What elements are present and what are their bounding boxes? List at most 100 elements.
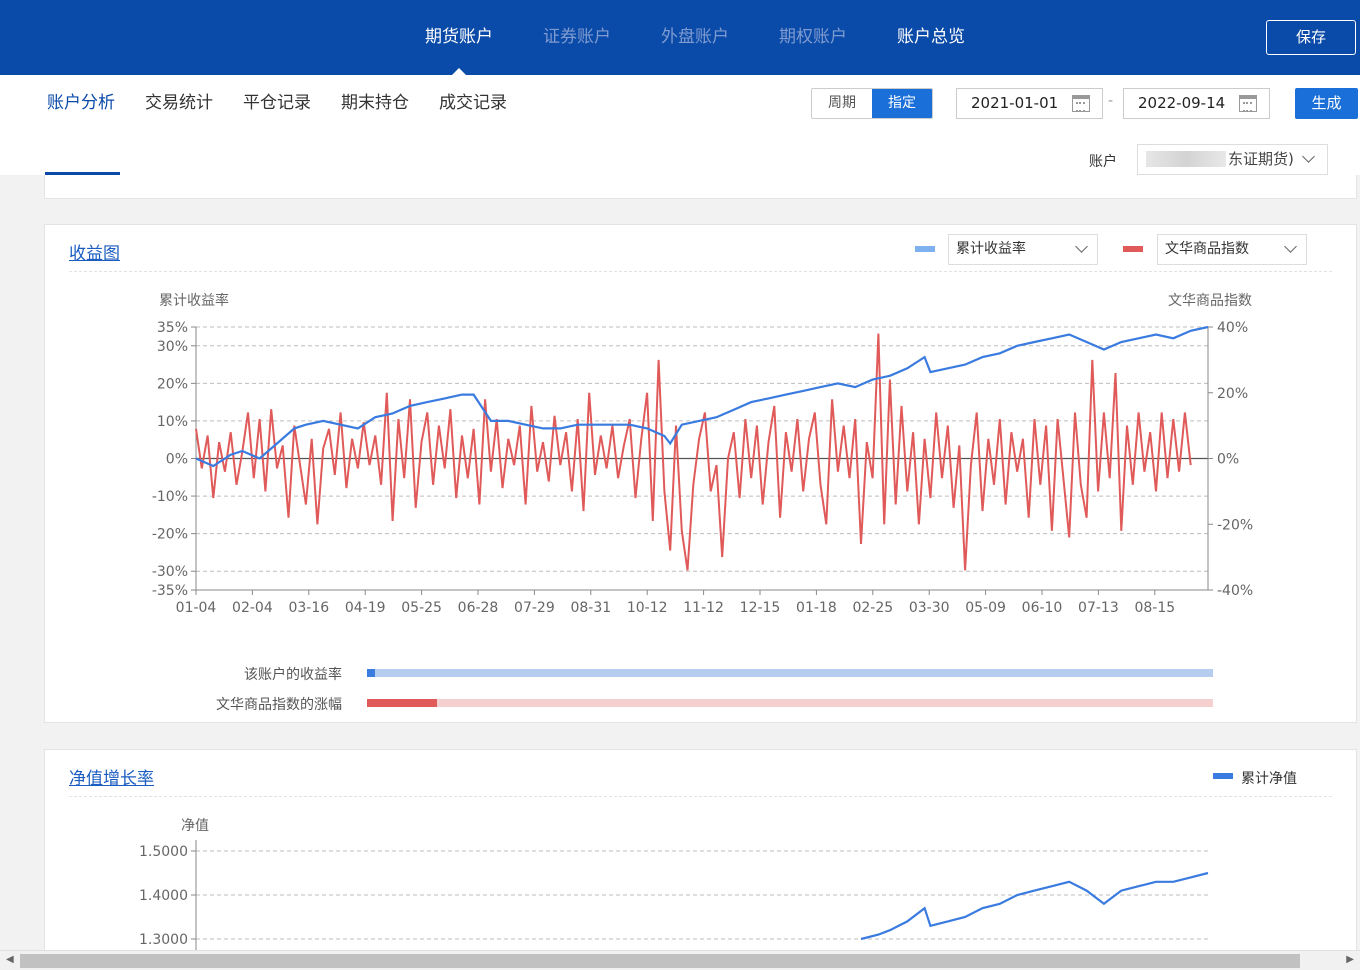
save-button[interactable]: 保存 xyxy=(1266,20,1356,55)
y-tick-label: 1.3000 xyxy=(139,932,188,948)
tab-options-account[interactable]: 期权账户 xyxy=(754,0,872,75)
account-return-bar-fill xyxy=(367,669,376,677)
account-select[interactable]: 东证期货) xyxy=(1137,144,1328,175)
tab-close-records[interactable]: 平仓记录 xyxy=(228,75,326,131)
card-divider xyxy=(69,796,1332,797)
period-cycle-option[interactable]: 周期 xyxy=(812,89,872,118)
account-return-label: 该账户的收益率 xyxy=(244,667,342,683)
x-tick-label: 02-04 xyxy=(232,600,273,616)
x-tick-label: 05-25 xyxy=(401,600,442,616)
period-custom-option[interactable]: 指定 xyxy=(872,89,932,118)
y-left-tick-label: 20% xyxy=(157,376,188,392)
tab-trade-statistics[interactable]: 交易统计 xyxy=(130,75,228,131)
x-tick-label: 07-29 xyxy=(514,600,555,616)
y-right-tick-label: 20% xyxy=(1217,386,1248,402)
left-series-select-value: 累计收益率 xyxy=(956,241,1026,257)
y-right-tick-label: 0% xyxy=(1217,452,1239,468)
x-tick-label: 03-30 xyxy=(909,600,950,616)
nav-chart: 净值 1.5000 1.4000 1.3000 xyxy=(139,818,1209,960)
tab-account-analysis[interactable]: 账户分析 xyxy=(32,75,130,131)
analysis-tabs: 账户分析 交易统计 平仓记录 期末持仓 成交记录 xyxy=(32,75,522,131)
chevron-down-icon xyxy=(1302,150,1315,163)
tab-securities-account[interactable]: 证券账户 xyxy=(518,0,636,75)
horizontal-scrollbar[interactable]: ◀ ▶ xyxy=(0,950,1360,970)
x-tick-label: 01-04 xyxy=(176,600,217,616)
x-tick-label: 01-18 xyxy=(796,600,837,616)
y-left-tick-label: 0% xyxy=(166,452,188,468)
x-tick-label: 07-13 xyxy=(1078,600,1119,616)
scrollbar-thumb[interactable] xyxy=(20,954,1300,968)
card-divider xyxy=(69,271,1332,272)
chevron-down-icon xyxy=(1075,240,1088,253)
index-series-line xyxy=(195,333,1192,571)
sub-header: 账户分析 交易统计 平仓记录 期末持仓 成交记录 周期 指定 2021-01-0… xyxy=(0,75,1360,175)
start-date-input[interactable]: 2021-01-01 xyxy=(956,88,1103,119)
y-right-tick-label: -40% xyxy=(1217,583,1253,599)
tab-futures-account[interactable]: 期货账户 xyxy=(400,0,518,75)
y-left-tick-label: -30% xyxy=(152,564,188,580)
x-tick-label: 05-09 xyxy=(965,600,1006,616)
x-tick-label: 06-10 xyxy=(1022,600,1063,616)
account-type-tabs: 期货账户 证券账户 外盘账户 期权账户 账户总览 xyxy=(400,0,990,75)
scroll-right-icon[interactable]: ▶ xyxy=(1346,954,1354,965)
scroll-left-icon[interactable]: ◀ xyxy=(6,954,14,965)
legend-swatch-blue xyxy=(915,246,935,252)
calendar-icon[interactable] xyxy=(1239,95,1257,112)
tab-overseas-account[interactable]: 外盘账户 xyxy=(636,0,754,75)
index-change-label: 文华商品指数的涨幅 xyxy=(216,697,342,713)
y-left-tick-label: -35% xyxy=(152,583,188,599)
y-right-tick-label: 40% xyxy=(1217,320,1248,336)
y-left-tick-label: -20% xyxy=(152,527,188,543)
x-tick-label: 11-12 xyxy=(683,600,724,616)
returns-chart-card: 收益图 累计收益率 文华商品指数 累计收益率 文华商品指数 35% 30% 20% 10%… xyxy=(44,224,1357,723)
period-toggle: 周期 指定 xyxy=(811,88,933,119)
nav-axis-title: 净值 xyxy=(181,818,209,834)
right-axis-title: 文华商品指数 xyxy=(1168,293,1252,309)
nav-card-title[interactable]: 净值增长率 xyxy=(69,764,154,789)
x-tick-label: 08-31 xyxy=(570,600,611,616)
date-separator: - xyxy=(1108,93,1114,109)
account-select-value: 东证期货) xyxy=(1228,150,1294,168)
x-tick-label: 02-25 xyxy=(852,600,893,616)
y-tick-label: 1.4000 xyxy=(139,888,188,904)
y-left-tick-label: 35% xyxy=(157,320,188,336)
chevron-down-icon xyxy=(1284,240,1297,253)
y-right-tick-label: -20% xyxy=(1217,517,1253,533)
summary-strip xyxy=(44,175,1357,199)
nav-legend-label: 累计净值 xyxy=(1241,771,1297,787)
y-tick-label: 1.5000 xyxy=(139,844,188,860)
x-tick-label: 03-16 xyxy=(288,600,329,616)
start-date-value: 2021-01-01 xyxy=(971,94,1059,112)
y-left-tick-label: 10% xyxy=(157,414,188,430)
x-tick-label: 10-12 xyxy=(627,600,668,616)
top-nav-bar: 期货账户 证券账户 外盘账户 期权账户 账户总览 保存 xyxy=(0,0,1360,75)
right-series-select[interactable]: 文华商品指数 xyxy=(1157,234,1307,265)
right-series-select-value: 文华商品指数 xyxy=(1165,241,1249,257)
left-axis-title: 累计收益率 xyxy=(159,292,229,309)
account-return-bar xyxy=(367,669,1213,677)
nav-series-line xyxy=(860,871,1209,941)
tab-account-overview[interactable]: 账户总览 xyxy=(872,0,990,75)
index-change-bar-fill xyxy=(367,699,438,707)
nav-growth-card: 净值增长率 累计净值 净值 1.5000 1.4000 1.3000 xyxy=(44,749,1357,960)
x-tick-label: 12-15 xyxy=(740,600,781,616)
index-change-bar xyxy=(367,699,1213,707)
end-date-value: 2022-09-14 xyxy=(1138,94,1226,112)
generate-button[interactable]: 生成 xyxy=(1295,88,1358,119)
y-left-tick-label: -10% xyxy=(152,489,188,505)
tab-ending-positions[interactable]: 期末持仓 xyxy=(326,75,424,131)
y-left-tick-label: 30% xyxy=(157,339,188,355)
calendar-icon[interactable] xyxy=(1072,95,1090,112)
returns-chart: 累计收益率 文华商品指数 35% 30% 20% 10% 0% -10% -20% -30% -35… xyxy=(152,292,1253,616)
account-label: 账户 xyxy=(1089,154,1117,170)
x-tick-label: 06-28 xyxy=(458,600,499,616)
legend-swatch-red xyxy=(1123,246,1143,252)
legend-swatch-blue xyxy=(1213,773,1233,779)
tab-fill-records[interactable]: 成交记录 xyxy=(424,75,522,131)
returns-card-title[interactable]: 收益图 xyxy=(69,239,120,264)
redacted-account-name xyxy=(1146,151,1226,167)
x-tick-label: 04-19 xyxy=(345,600,386,616)
end-date-input[interactable]: 2022-09-14 xyxy=(1123,88,1270,119)
x-tick-label: 08-15 xyxy=(1134,600,1175,616)
left-series-select[interactable]: 累计收益率 xyxy=(948,234,1098,265)
